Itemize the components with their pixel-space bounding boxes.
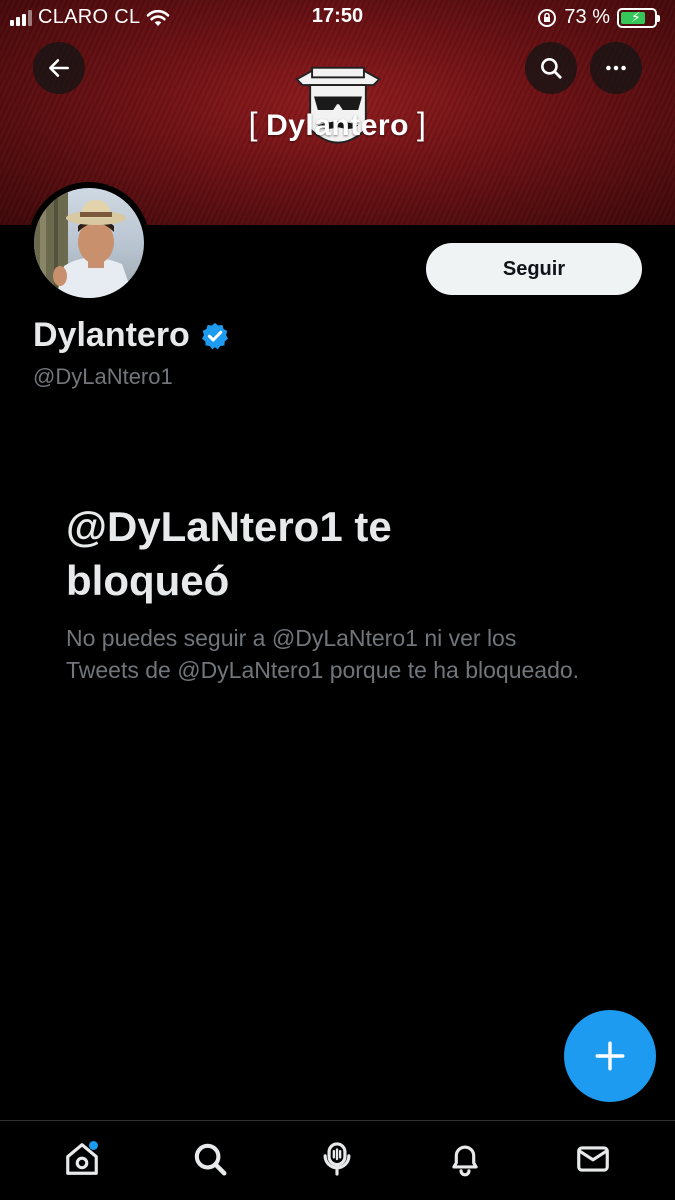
- mail-icon: [577, 1145, 609, 1172]
- plus-icon: [595, 1041, 625, 1071]
- more-button[interactable]: [590, 42, 642, 94]
- profile-name-row: Dylantero: [33, 316, 230, 355]
- search-button[interactable]: [525, 42, 577, 94]
- more-horizontal-icon: [606, 65, 626, 71]
- search-icon: [194, 1143, 227, 1175]
- avatar[interactable]: [28, 182, 150, 304]
- battery-icon: ⚡: [617, 7, 660, 28]
- nav-search[interactable]: [180, 1129, 240, 1189]
- spaces-icon: [324, 1141, 351, 1176]
- back-button[interactable]: [33, 42, 85, 94]
- nav-notifications[interactable]: [435, 1129, 495, 1189]
- rotation-lock-icon: [538, 8, 557, 27]
- follow-button[interactable]: Seguir: [426, 243, 642, 295]
- nav-spaces[interactable]: [307, 1129, 367, 1189]
- nav-messages[interactable]: [563, 1129, 623, 1189]
- status-bar: CLARO CL 17:50 73 % ⚡: [0, 0, 675, 36]
- compose-tweet-button[interactable]: [564, 1010, 656, 1102]
- display-name: Dylantero: [33, 316, 190, 354]
- bell-icon: [452, 1145, 478, 1176]
- verified-badge-icon: [201, 322, 228, 349]
- arrow-left-icon: [49, 59, 69, 77]
- blocked-title: @DyLaNtero1 te bloqueó: [66, 503, 392, 604]
- avatar-photo: [34, 188, 144, 298]
- banner-logo-text: [Dylantero]: [248, 106, 427, 142]
- profile-handle: @DyLaNtero1: [33, 364, 173, 389]
- notification-dot: [88, 1140, 98, 1150]
- bottom-navigation: [0, 1120, 675, 1200]
- search-icon: [541, 58, 562, 79]
- blocked-description: No puedes seguir a @DyLaNtero1 ni ver lo…: [66, 625, 580, 683]
- battery-percent: 73 %: [564, 6, 610, 28]
- nav-home[interactable]: [52, 1129, 112, 1189]
